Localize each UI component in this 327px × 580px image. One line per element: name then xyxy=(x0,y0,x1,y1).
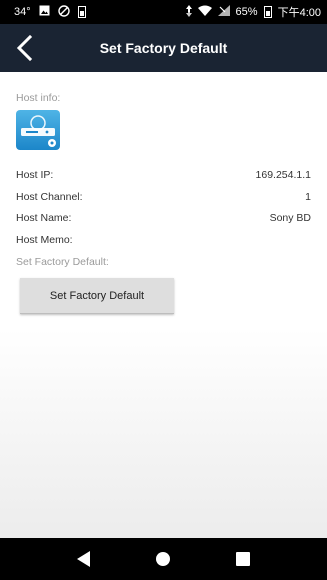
battery-icon xyxy=(263,6,272,18)
host-channel-value: 1 xyxy=(305,191,311,203)
factory-default-label: Set Factory Default: xyxy=(16,256,109,268)
host-channel-row: Host Channel: 1 xyxy=(16,191,311,207)
nav-recents-button[interactable] xyxy=(228,544,258,574)
main-content: Host info: Host IP: 169.254.1.1 Host Cha… xyxy=(0,72,327,538)
host-name-row: Host Name: Sony BD xyxy=(16,212,311,228)
triangle-back-icon xyxy=(76,551,90,567)
navigation-bar xyxy=(0,538,327,580)
status-bar-right: 65% 下午4:00 xyxy=(185,4,321,20)
host-memo-row: Host Memo: xyxy=(16,234,311,250)
data-transfer-icon xyxy=(185,4,192,20)
blu-ray-player-icon xyxy=(16,110,60,150)
host-name-label: Host Name: xyxy=(16,212,72,224)
temperature-text: 34° xyxy=(14,6,31,18)
host-name-value: Sony BD xyxy=(269,212,311,224)
square-recents-icon xyxy=(236,552,251,566)
no-sync-icon xyxy=(57,4,70,20)
page-title: Set Factory Default xyxy=(99,40,228,56)
status-bar-left: 34° xyxy=(14,4,86,20)
host-channel-label: Host Channel: xyxy=(16,191,83,203)
host-memo-label: Host Memo: xyxy=(16,234,73,246)
wifi-icon xyxy=(197,5,212,19)
battery-charging-icon xyxy=(77,6,86,18)
status-bar: 34° 65% 下午4:00 xyxy=(0,0,327,24)
title-bar: Set Factory Default xyxy=(0,24,327,72)
circle-home-icon xyxy=(156,552,171,566)
host-ip-label: Host IP: xyxy=(16,169,54,181)
nav-home-button[interactable] xyxy=(148,544,178,574)
host-ip-row: Host IP: 169.254.1.1 xyxy=(16,169,311,185)
clock-text: 下午4:00 xyxy=(277,7,321,19)
host-info-label: Host info: xyxy=(16,92,61,104)
no-signal-icon xyxy=(217,5,230,19)
set-factory-default-button[interactable]: Set Factory Default xyxy=(20,278,174,314)
nav-back-button[interactable] xyxy=(69,544,99,574)
battery-percent-text: 65% xyxy=(235,6,258,18)
host-ip-value: 169.254.1.1 xyxy=(255,169,311,181)
gallery-icon xyxy=(39,5,50,19)
